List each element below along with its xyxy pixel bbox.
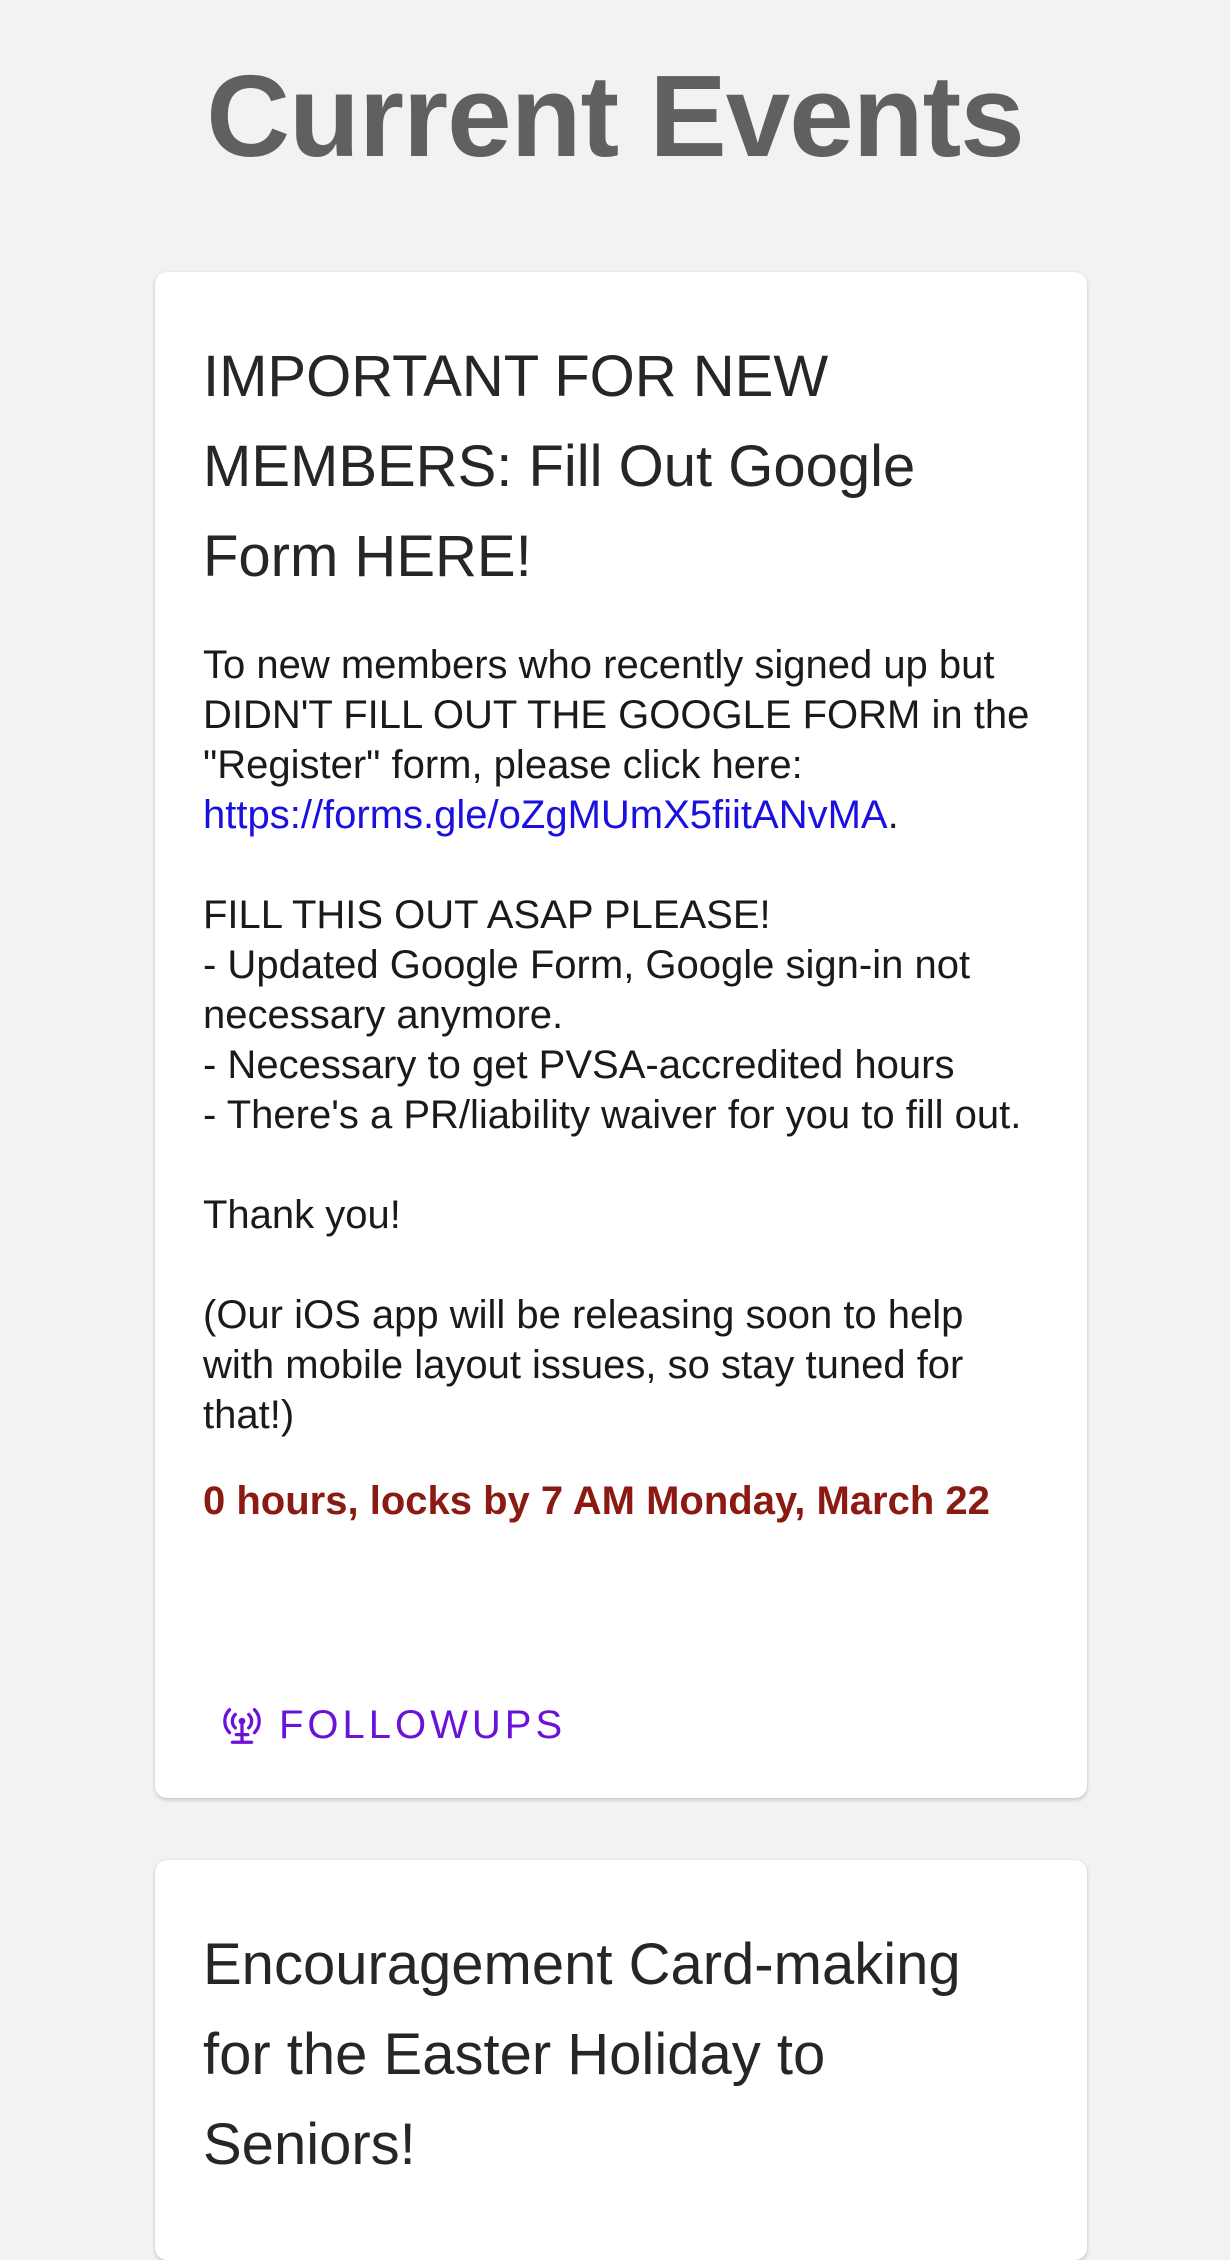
event-card: Encouragement Card-making for the Easter… xyxy=(155,1860,1087,2260)
event-card: IMPORTANT FOR NEW MEMBERS: Fill Out Goog… xyxy=(155,272,1087,1798)
followups-label: FOLLOWUPS xyxy=(279,1702,567,1747)
event-hours-lock-info: 0 hours, locks by 7 AM Monday, March 22 xyxy=(203,1479,990,1523)
broadcast-tower-icon xyxy=(219,1702,265,1748)
event-description-rest: . FILL THIS OUT ASAP PLEASE! - Updated G… xyxy=(203,793,1022,1437)
page-title: Current Events xyxy=(206,51,1025,181)
event-description-intro: To new members who recently signed up bu… xyxy=(203,643,1030,787)
followups-button[interactable]: FOLLOWUPS xyxy=(219,1702,566,1748)
event-title: IMPORTANT FOR NEW MEMBERS: Fill Out Goog… xyxy=(203,344,916,589)
google-form-link[interactable]: https://forms.gle/oZgMUmX5fiitANvMA xyxy=(203,793,888,837)
event-title: Encouragement Card-making for the Easter… xyxy=(203,1932,961,2177)
event-description: To new members who recently signed up bu… xyxy=(203,640,1039,1440)
